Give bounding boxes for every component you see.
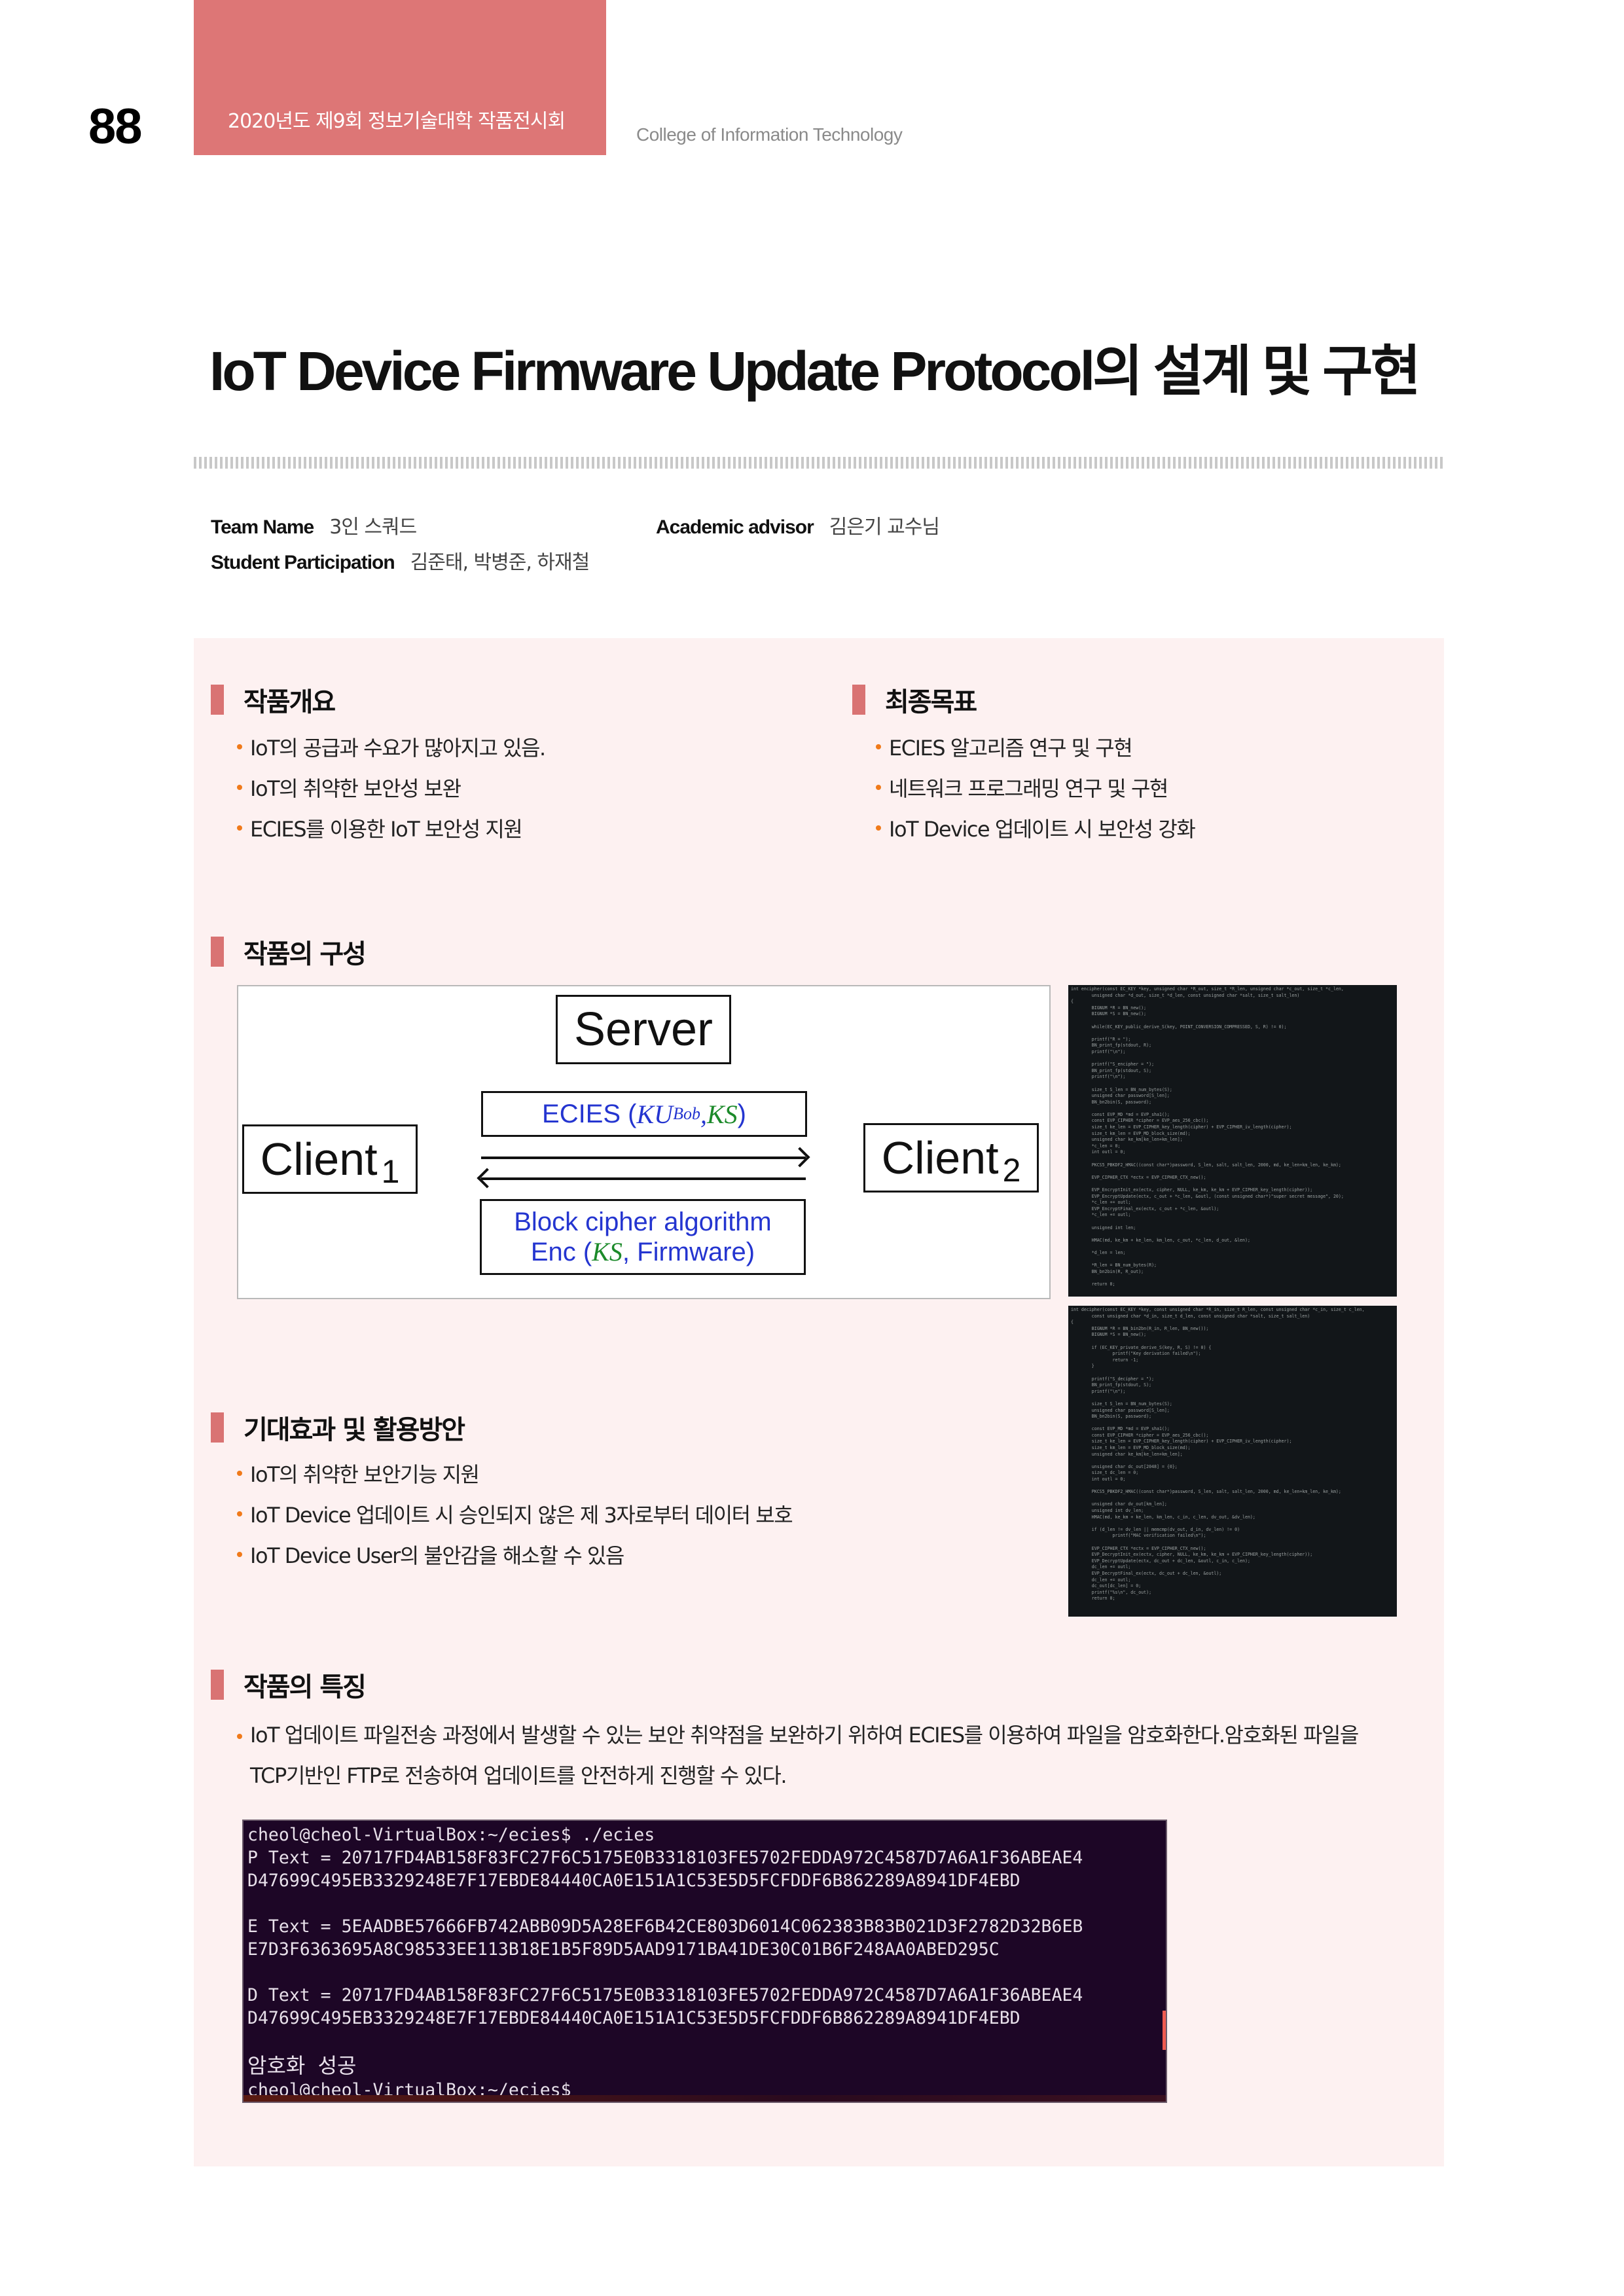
section-title: 기대효과 및 활용방안 <box>244 1415 465 1445</box>
list-item: 네트워크 프로그래밍 연구 및 구현 <box>876 767 1195 808</box>
section-structure-header: 작품의 구성 <box>211 933 367 971</box>
encipher-code-screenshot: int encipher(const EC_KEY *key, unsigned… <box>1068 985 1397 1297</box>
features-paragraph: IoT 업데이트 파일전송 과정에서 발생할 수 있는 보안 취약점을 보완하기… <box>237 1715 1415 1796</box>
section-effects-header: 기대효과 및 활용방안 <box>211 1408 465 1446</box>
section-title: 작품개요 <box>244 687 336 717</box>
decrypted-text-line: D47699C495EB3329248E7F17EBDE84440CA0E151… <box>247 2008 1020 2028</box>
page-number: 88 <box>88 99 143 154</box>
terminal-output-screenshot: cheol@cheol-VirtualBox:~/ecies$ ./ecies P… <box>242 1820 1167 2103</box>
bullet-icon <box>876 785 881 790</box>
section-overview-header: 작품개요 <box>211 681 336 719</box>
list-item: IoT의 공급과 수요가 많아지고 있음. <box>237 726 546 767</box>
plain-text-line: D47699C495EB3329248E7F17EBDE84440CA0E151… <box>247 1871 1020 1891</box>
list-item: IoT Device User의 불안감을 해소할 수 있음 <box>237 1534 792 1575</box>
students-value: 김준태, 박병준, 하재철 <box>410 551 590 574</box>
arrow-left-icon <box>481 1177 806 1180</box>
advisor-label: Academic advisor <box>656 516 814 538</box>
list-item: ECIES를 이용한 IoT 보안성 지원 <box>237 808 545 848</box>
overview-list: IoT의 공급과 수요가 많아지고 있음. IoT의 취약한 보안성 보완 EC… <box>237 726 546 848</box>
section-marker <box>211 1412 224 1443</box>
team-name-label: Team Name <box>211 516 314 538</box>
students-row: Student Participation 김준태, 박병준, 하재철 <box>211 546 590 575</box>
dashed-divider <box>194 457 1444 469</box>
server-node: Server <box>556 995 731 1064</box>
section-goal-header: 최종목표 <box>852 681 977 719</box>
bullet-icon <box>237 1511 242 1516</box>
header-tab: 2020년도 제9회 정보기술대학 작품전시회 <box>194 0 606 155</box>
arrow-right-icon <box>481 1157 806 1159</box>
list-item: IoT Device 업데이트 시 승인되지 않은 제 3자로부터 데이터 보호 <box>237 1494 793 1534</box>
plain-text-line: P Text = 20717FD4AB158F83FC27F6C5175E0B3… <box>247 1848 1083 1868</box>
students-label: Student Participation <box>211 552 395 573</box>
bullet-icon <box>876 825 881 831</box>
bullet-icon <box>876 744 881 749</box>
section-title: 최종목표 <box>885 687 977 717</box>
section-marker <box>852 685 865 715</box>
section-features-header: 작품의 특징 <box>211 1666 367 1704</box>
goal-list: ECIES 알고리즘 연구 및 구현 네트워크 프로그래밍 연구 및 구현 Io… <box>876 726 1196 848</box>
team-name-row: Team Name 3인 스쿼드 <box>211 511 417 539</box>
list-item: IoT의 취약한 보안성 보완 <box>237 767 545 808</box>
bullet-icon <box>237 744 242 749</box>
encrypted-text-line: E Text = 5EAADBE57666FB742ABB09D5A28EF6B… <box>247 1916 1083 1937</box>
bullet-icon <box>237 1734 242 1739</box>
features-line-2: TCP기반인 FTP로 전송하여 업데이트를 안전하게 진행할 수 있다. <box>250 1763 787 1788</box>
college-name: College of Information Technology <box>636 124 903 145</box>
features-line-1: IoT 업데이트 파일전송 과정에서 발생할 수 있는 보안 취약점을 보완하기… <box>237 1715 1415 1755</box>
bullet-icon <box>237 1552 242 1557</box>
section-title: 작품의 특징 <box>244 1672 367 1702</box>
section-marker <box>211 1670 224 1700</box>
decrypted-text-line: D Text = 20717FD4AB158F83FC27F6C5175E0B3… <box>247 1985 1083 2005</box>
page-title: IoT Device Firmware Update Protocol의 설계 … <box>209 340 1421 402</box>
block-cipher-label: Block cipher algorithm Enc (KS, Firmware… <box>480 1199 806 1275</box>
effects-list: IoT의 취약한 보안기능 지원 IoT Device 업데이트 시 승인되지 … <box>237 1453 793 1575</box>
bullet-icon <box>237 825 242 831</box>
list-item: IoT Device 업데이트 시 보안성 강화 <box>876 808 1196 848</box>
terminal-scrollbar <box>1163 2011 1166 2050</box>
team-name-value: 3인 스쿼드 <box>329 516 417 539</box>
list-item: IoT의 취약한 보안기능 지원 <box>237 1453 792 1494</box>
section-marker <box>211 937 224 967</box>
ecies-key-exchange-label: ECIES (KU Bob, KS) <box>481 1091 807 1137</box>
client-2-node: Client 2 <box>863 1123 1039 1193</box>
event-title: 2020년도 제9회 정보기술대학 작품전시회 <box>228 110 566 133</box>
bullet-icon <box>237 785 242 790</box>
terminal-command: cheol@cheol-VirtualBox:~/ecies$ ./ecies <box>247 1825 655 1845</box>
advisor-value: 김은기 교수님 <box>829 516 940 539</box>
encrypted-text-line: E7D3F6363695A8C98533EE113B18E1B5F89D5AAD… <box>247 1939 1000 1960</box>
section-title: 작품의 구성 <box>244 939 367 969</box>
decipher-code-screenshot: int decipher(const EC_KEY *key, const un… <box>1068 1306 1397 1617</box>
terminal-bottom-edge <box>244 2095 1166 2102</box>
success-message: 암호화 성공 <box>247 2053 357 2078</box>
section-marker <box>211 685 224 715</box>
list-item: ECIES 알고리즘 연구 및 구현 <box>876 726 1195 767</box>
bullet-icon <box>237 1471 242 1476</box>
advisor-row: Academic advisor 김은기 교수님 <box>656 511 940 539</box>
client-1-node: Client 1 <box>242 1124 418 1194</box>
protocol-diagram: Server Client 1 Client 2 ECIES (KU Bob, KS)… <box>237 985 1051 1299</box>
